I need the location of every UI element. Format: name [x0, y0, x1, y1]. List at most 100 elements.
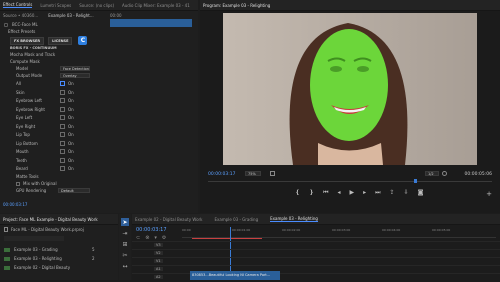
go-to-in-icon[interactable]: ⏮: [323, 189, 328, 197]
mask-row-checkbox[interactable]: [60, 132, 65, 137]
tab-seq-relighting[interactable]: Example 03 - Relighting: [270, 216, 318, 222]
matte-tools-row[interactable]: Matte Tools: [16, 173, 39, 180]
tab-source[interactable]: Source: (no clips): [79, 3, 114, 8]
track-select-icon[interactable]: ⇥: [121, 229, 129, 237]
mask-row-label: All: [16, 81, 21, 86]
tab-seq-grading[interactable]: Example 03 - Grading: [214, 217, 258, 222]
tab-project[interactable]: Project: Face ML Example - Digital Beaut…: [3, 217, 98, 222]
ripple-edit-icon[interactable]: ⊞: [121, 240, 129, 248]
settings-icon[interactable]: [442, 171, 447, 176]
mask-row-checkbox[interactable]: [60, 115, 65, 120]
resolution-dropdown[interactable]: 1/2: [425, 171, 439, 176]
effect-presets-label: Effect Presets: [8, 29, 36, 34]
zoom-dropdown[interactable]: 75%: [245, 171, 261, 176]
effect-presets-row[interactable]: Effect Presets: [8, 28, 35, 35]
mask-row: All On: [16, 80, 96, 87]
program-duration: 00:00:05:06: [464, 172, 492, 177]
section-compute-mask[interactable]: Compute Mask: [10, 58, 40, 65]
project-item-value: 2: [92, 256, 95, 261]
tab-seq-digital-beauty[interactable]: Example 02 - Digital Beauty Work: [135, 217, 202, 222]
selection-tool-icon[interactable]: ➤: [121, 218, 129, 226]
output-mode-value: Overlay: [63, 73, 77, 78]
track-header-label[interactable]: V2: [154, 251, 163, 255]
fx-toggle-icon[interactable]: [4, 22, 8, 27]
project-search[interactable]: [4, 236, 64, 241]
section-compute-label: Compute Mask: [10, 59, 40, 64]
mask-row-checkbox[interactable]: [60, 149, 65, 154]
tab-lumetri-scopes[interactable]: Lumetri Scopes: [40, 3, 71, 8]
fx-name: BCC-Face ML: [12, 22, 38, 27]
export-frame-icon[interactable]: ◙: [418, 189, 424, 197]
section-mocha[interactable]: Mocha Mask and Track: [10, 51, 55, 58]
mask-row-label: Eye Left: [16, 115, 33, 120]
output-mode-label: Output Mode: [16, 73, 43, 78]
tab-audio-clip-mixer[interactable]: Audio Clip Mixer: Example 03 - 41: [122, 3, 190, 8]
program-playhead[interactable]: [414, 179, 417, 183]
mask-row-checkbox[interactable]: [60, 140, 65, 146]
sequence-label[interactable]: Example 03 - Relight...: [48, 13, 93, 18]
project-item[interactable]: Example 03 - Grading 5: [4, 246, 114, 253]
mask-row-checkbox[interactable]: [60, 166, 65, 171]
lift-icon[interactable]: ⇪: [390, 189, 395, 197]
track-header-label[interactable]: A2: [154, 275, 163, 279]
work-area-bar[interactable]: [192, 238, 262, 239]
mix-checkbox[interactable]: [16, 181, 20, 186]
mask-row-value: On: [68, 140, 74, 146]
mask-row-value: On: [68, 89, 74, 95]
track-row[interactable]: A2: [132, 273, 500, 282]
mix-label: Mix with Original: [23, 181, 57, 186]
effect-controls-tabbar: Effect Controls Lumetri Scopes Source: (…: [0, 0, 198, 11]
continuum-logo-icon: C: [78, 36, 88, 45]
go-to-out-icon[interactable]: ⏭: [375, 189, 380, 197]
track-header-label[interactable]: A1: [154, 267, 163, 271]
mark-in-icon[interactable]: ❴: [295, 189, 300, 197]
video-clip-label: 830853...Beautiful Looking NI Camera Por…: [192, 273, 271, 277]
mask-row-checkbox[interactable]: [60, 157, 65, 163]
output-mode-dropdown[interactable]: Overlay: [60, 73, 90, 78]
mark-out-icon[interactable]: ❵: [309, 189, 314, 197]
top-timecode: 00:00: [110, 13, 122, 18]
mask-row: Lip Bottom On: [16, 140, 96, 147]
output-mode-row: Output Mode Overlay: [16, 72, 106, 79]
gpu-dropdown[interactable]: Default: [58, 188, 90, 193]
mask-row-label: Eye Right: [16, 123, 36, 129]
model-dropdown[interactable]: Face Detection (fast): [60, 66, 90, 71]
track-header-label[interactable]: V1: [154, 259, 163, 263]
fit-wrench-icon[interactable]: [270, 171, 275, 176]
mask-row-checkbox[interactable]: [60, 89, 65, 95]
video-clip[interactable]: 830853...Beautiful Looking NI Camera Por…: [190, 271, 280, 280]
track-header-label[interactable]: V3: [154, 243, 163, 247]
program-monitor-panel: Program: Example 03 - Relighting 00:00:0…: [200, 0, 500, 213]
mask-row-label: Lip Top: [16, 132, 30, 137]
mask-row-checkbox[interactable]: [60, 123, 65, 129]
model-value: Face Detection (fast): [63, 66, 89, 71]
mask-row-checkbox[interactable]: [60, 98, 65, 103]
tab-program[interactable]: Program: Example 03 - Relighting: [203, 3, 270, 8]
mask-row-checkbox[interactable]: [60, 106, 65, 112]
fx-header-row[interactable]: BCC-Face ML: [4, 21, 38, 28]
mask-row: Eyebrow Right On: [16, 106, 96, 113]
project-item[interactable]: Example 02 - Digital Beauty: [4, 264, 114, 271]
project-item-name: Example 03 - Relighting: [14, 256, 62, 261]
step-forward-icon[interactable]: ▸: [363, 189, 366, 197]
add-button-icon[interactable]: +: [486, 190, 492, 198]
mask-row: Mouth On: [16, 148, 96, 155]
ruler-label: 00:00:05:00: [432, 228, 451, 232]
mask-row-value: On: [68, 115, 74, 120]
razor-tool-icon[interactable]: ✂: [121, 251, 129, 259]
ruler-label: 00:00:03:00: [332, 228, 351, 232]
program-scrubber[interactable]: [208, 181, 492, 182]
fx-browser-label: FX BROWSER: [14, 38, 41, 43]
project-panel: Project: Face ML Example - Digital Beaut…: [0, 214, 118, 280]
mask-row: Eye Left On: [16, 114, 96, 121]
slip-tool-icon[interactable]: ↔: [121, 262, 129, 270]
tab-effect-controls[interactable]: Effect Controls: [3, 2, 33, 8]
project-item[interactable]: Example 03 - Relighting 2: [4, 255, 114, 262]
play-icon[interactable]: ▶: [349, 189, 354, 197]
mask-row-checkbox[interactable]: [60, 81, 65, 86]
matte-tools-label: Matte Tools: [16, 174, 39, 179]
mask-row: Lip Top On: [16, 131, 96, 138]
extract-icon[interactable]: ⇩: [404, 189, 409, 197]
model-row: Model Face Detection (fast): [16, 65, 106, 72]
step-back-icon[interactable]: ◂: [337, 189, 340, 197]
